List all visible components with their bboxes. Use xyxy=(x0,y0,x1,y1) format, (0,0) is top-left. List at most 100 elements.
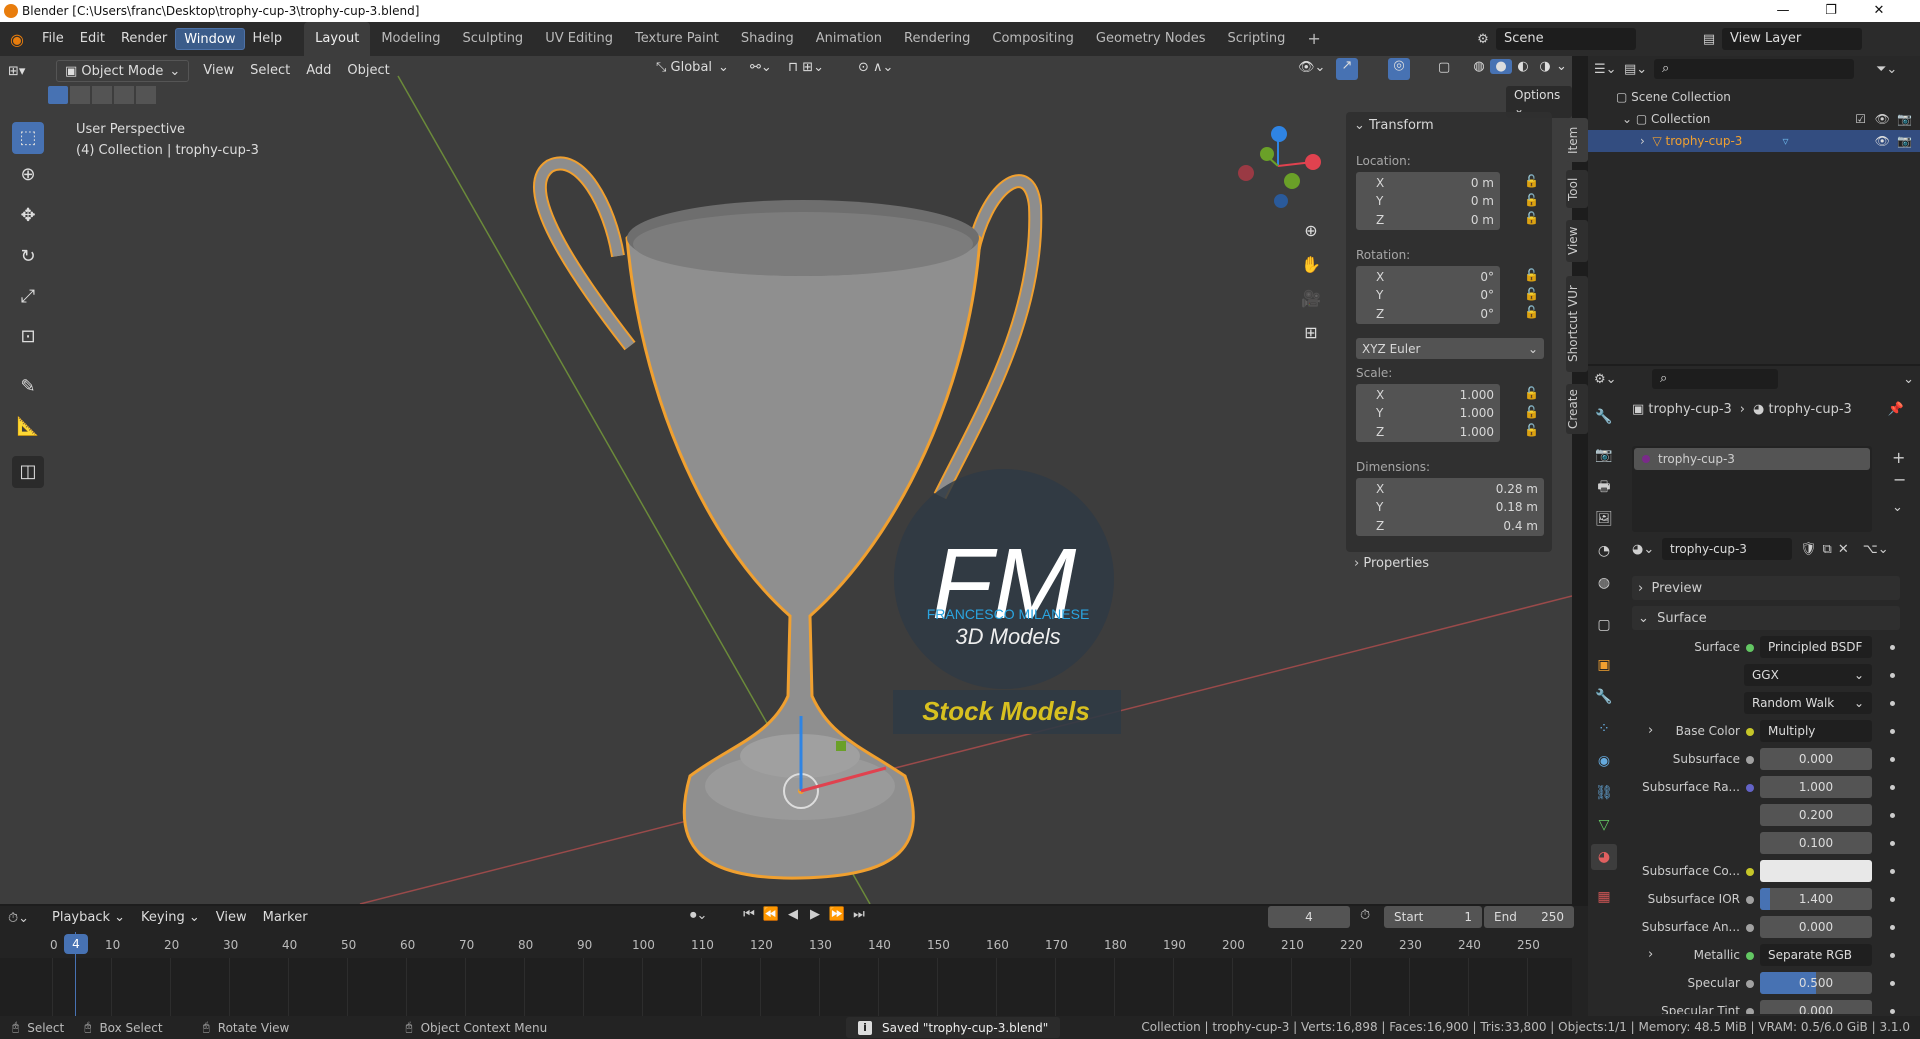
playhead-frame-badge[interactable]: 4 xyxy=(64,934,88,954)
socket-icon[interactable] xyxy=(1746,1008,1754,1014)
timeline-menu-keying[interactable]: Keying ⌄ xyxy=(133,907,208,929)
start-frame-field[interactable]: Start 1 xyxy=(1384,906,1482,928)
socket-icon[interactable] xyxy=(1746,756,1754,764)
rotation-z-field[interactable]: Z 0° xyxy=(1356,303,1500,324)
tab-modeling[interactable]: Modeling xyxy=(370,22,451,56)
outliner-search-input[interactable]: ⌕ xyxy=(1654,59,1854,79)
close-icon[interactable]: ✕ xyxy=(1856,0,1902,22)
3d-viewport[interactable]: ⊞▾ ▣ Object Mode ⌄ View Select Add Objec… xyxy=(0,56,1572,904)
measure-tool-icon[interactable]: 📐 xyxy=(12,411,44,443)
material-browse-icon[interactable]: ◕⌄ xyxy=(1632,542,1662,557)
data-props-icon[interactable]: ▽ xyxy=(1591,812,1617,838)
move-tool-icon[interactable]: ✥ xyxy=(12,200,44,232)
view-layer-name[interactable]: View Layer xyxy=(1722,28,1862,50)
tab-shading[interactable]: Shading xyxy=(730,22,805,56)
dimensions-z-field[interactable]: Z 0.4 m xyxy=(1356,515,1544,536)
keyframe-dot-icon[interactable] xyxy=(1890,897,1895,902)
output-props-icon[interactable]: 🖶 xyxy=(1591,474,1617,500)
surface-row-field[interactable]: 0.000 xyxy=(1760,1000,1872,1014)
lock-icon[interactable]: 🔓 xyxy=(1524,423,1539,437)
eye-icon[interactable]: 👁 xyxy=(1875,134,1890,148)
tab-layout[interactable]: Layout xyxy=(304,22,371,56)
keyframe-dot-icon[interactable] xyxy=(1890,757,1895,762)
surface-row-field[interactable]: Principled BSDF xyxy=(1760,636,1872,658)
expand-right-icon[interactable]: › xyxy=(1640,134,1652,148)
scene-selector[interactable]: ⚙ Scene xyxy=(1470,28,1636,50)
surface-row-field[interactable]: 1.000 xyxy=(1760,776,1872,798)
socket-icon[interactable] xyxy=(1746,952,1754,960)
scene-props-icon[interactable]: ◔ xyxy=(1591,538,1617,564)
tab-texture-paint[interactable]: Texture Paint xyxy=(624,22,730,56)
keyframe-dot-icon[interactable] xyxy=(1890,701,1895,706)
menu-render[interactable]: Render xyxy=(113,28,175,50)
keyframe-dot-icon[interactable] xyxy=(1890,953,1895,958)
checkbox-icon[interactable]: ☑ xyxy=(1855,112,1866,126)
maximize-icon[interactable]: ❐ xyxy=(1808,0,1854,22)
surface-row-field[interactable]: 0.200 xyxy=(1760,804,1872,826)
timeline-menu-marker[interactable]: Marker xyxy=(255,907,316,929)
socket-icon[interactable] xyxy=(1746,980,1754,988)
transform-tool-icon[interactable]: ⊡ xyxy=(12,321,44,353)
rotation-mode-dropdown[interactable]: XYZ Euler ⌄ xyxy=(1356,338,1544,359)
keyframe-dot-icon[interactable] xyxy=(1890,813,1895,818)
lock-icon[interactable]: 🔓 xyxy=(1524,211,1539,225)
current-frame-field[interactable]: 4 xyxy=(1268,906,1350,928)
surface-row-field[interactable]: Random Walk ⌄ xyxy=(1744,692,1872,714)
properties-search-input[interactable]: ⌕ xyxy=(1652,369,1778,389)
outliner-editor-icon[interactable]: ☰⌄ xyxy=(1594,62,1624,77)
fake-user-icon[interactable]: 🛡 xyxy=(1800,542,1817,557)
surface-row-field[interactable]: 0.100 xyxy=(1760,832,1872,854)
end-frame-field[interactable]: End 250 xyxy=(1484,906,1574,928)
lock-icon[interactable]: 🔓 xyxy=(1524,386,1539,400)
keyframe-dot-icon[interactable] xyxy=(1890,925,1895,930)
expand-down-icon[interactable]: ⌄ xyxy=(1622,112,1636,126)
surface-panel-header[interactable]: ⌄ Surface xyxy=(1632,606,1900,630)
add-slot-icon[interactable]: + xyxy=(1892,448,1905,467)
properties-editor-icon[interactable]: ⚙⌄ xyxy=(1594,372,1624,387)
sidebar-tab-shortcut-vur[interactable]: Shortcut VUr xyxy=(1566,276,1588,372)
tab-rendering[interactable]: Rendering xyxy=(893,22,981,56)
tool-props-icon[interactable]: 🔧 xyxy=(1591,404,1617,430)
add-cube-tool-icon[interactable]: ◫ xyxy=(12,456,44,488)
socket-icon[interactable] xyxy=(1746,784,1754,792)
lock-icon[interactable]: 🔓 xyxy=(1524,268,1539,282)
sidebar-tab-item[interactable]: Item xyxy=(1566,118,1588,162)
material-slot-row[interactable]: trophy-cup-3 xyxy=(1634,448,1870,470)
transform-header[interactable]: ⌄ Transform xyxy=(1346,112,1552,139)
filter-icon[interactable]: ⏷⌄ xyxy=(1876,62,1897,77)
lock-icon[interactable]: 🔓 xyxy=(1524,193,1539,207)
surface-row-field[interactable]: GGX ⌄ xyxy=(1744,664,1872,686)
slot-specials-icon[interactable]: ⌄ xyxy=(1892,500,1903,515)
timeline-editor-icon[interactable]: ⏱⌄ xyxy=(8,911,44,926)
modifier-props-icon[interactable]: 🔧 xyxy=(1591,684,1617,710)
socket-icon[interactable] xyxy=(1746,728,1754,736)
add-workspace-icon[interactable]: + xyxy=(1296,22,1331,56)
play-icon[interactable]: ▶ xyxy=(804,907,826,922)
physics-props-icon[interactable]: ◉ xyxy=(1591,748,1617,774)
preview-panel-header[interactable]: › Preview xyxy=(1632,576,1900,600)
texture-props-icon[interactable]: ▦ xyxy=(1591,884,1617,910)
menu-file[interactable]: File xyxy=(34,28,72,50)
sidebar-tab-view[interactable]: View xyxy=(1566,220,1588,262)
scale-tool-icon[interactable]: ⤢ xyxy=(12,281,44,313)
camera-icon[interactable]: 📷 xyxy=(1897,112,1912,126)
location-z-field[interactable]: Z 0 m xyxy=(1356,209,1500,230)
sidebar-tab-create[interactable]: Create xyxy=(1566,384,1588,434)
menu-edit[interactable]: Edit xyxy=(72,28,113,50)
surface-row-field[interactable]: 0.000 xyxy=(1760,748,1872,770)
scene-name[interactable]: Scene xyxy=(1496,28,1636,50)
jump-keyframe-forward-icon[interactable]: ⏩ xyxy=(826,907,848,922)
zoom-icon[interactable]: ⊕ xyxy=(1296,216,1326,246)
surface-row-field[interactable]: Multiply xyxy=(1760,720,1872,742)
socket-icon[interactable] xyxy=(1746,924,1754,932)
camera-icon[interactable]: 📷 xyxy=(1897,134,1912,148)
lock-icon[interactable]: 🔓 xyxy=(1524,287,1539,301)
keyframe-dot-icon[interactable] xyxy=(1890,1009,1895,1014)
socket-icon[interactable] xyxy=(1746,896,1754,904)
constraints-props-icon[interactable]: ⛓ xyxy=(1591,780,1617,806)
keyframe-dot-icon[interactable] xyxy=(1890,841,1895,846)
minimize-icon[interactable]: — xyxy=(1760,0,1806,22)
socket-icon[interactable] xyxy=(1746,868,1754,876)
duplicate-material-icon[interactable]: ⧉ xyxy=(1823,542,1832,557)
lock-icon[interactable]: 🔓 xyxy=(1524,305,1539,319)
